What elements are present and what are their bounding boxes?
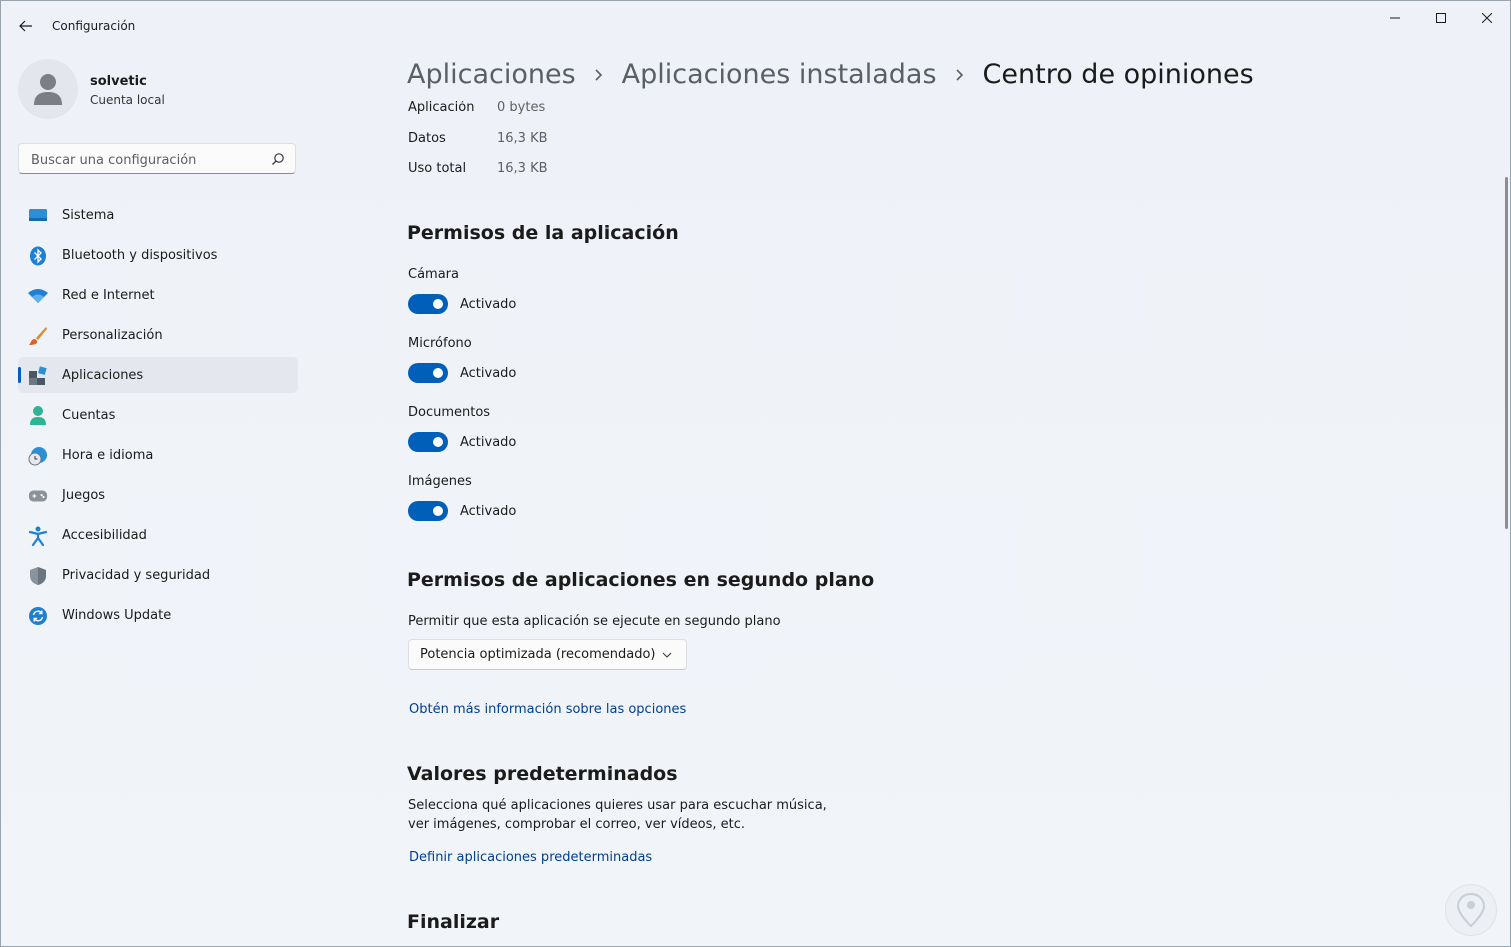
storage-app-value: 0 bytes: [497, 101, 546, 115]
back-button[interactable]: [13, 13, 39, 39]
finish-heading: Finalizar: [407, 911, 500, 933]
permission-microphone-label: Micrófono: [408, 336, 472, 351]
permission-images-toggle[interactable]: [408, 501, 448, 521]
app-title: Configuración: [52, 19, 136, 33]
close-button[interactable]: [1464, 1, 1510, 35]
background-permissions-heading: Permisos de aplicaciones en segundo plan…: [407, 569, 875, 591]
background-mode-dropdown[interactable]: Potencia optimizada (recomendado): [408, 639, 687, 670]
storage-total-value: 16,3 KB: [497, 161, 548, 176]
set-default-apps-link[interactable]: Definir aplicaciones predeterminadas: [409, 850, 652, 865]
permission-camera-state: Activado: [460, 297, 517, 312]
minimize-icon: [1390, 17, 1400, 19]
storage-data-label: Datos: [408, 131, 446, 146]
permission-microphone-toggle[interactable]: [408, 363, 448, 383]
storage-total-label: Uso total: [408, 161, 467, 176]
maximize-icon: [1436, 13, 1446, 23]
permission-camera-toggle[interactable]: [408, 294, 448, 314]
permission-microphone-state: Activado: [460, 366, 517, 381]
permission-documents-label: Documentos: [408, 405, 491, 420]
settings-window: Configuración solvetic Cuenta local Busc…: [0, 0, 1511, 947]
defaults-heading: Valores predeterminados: [407, 763, 678, 785]
close-icon: [1482, 13, 1492, 23]
pin-logo-icon: [1456, 892, 1486, 928]
title-bar: Configuración: [1, 1, 1510, 49]
watermark-logo: [1445, 884, 1497, 936]
window-controls: [1372, 1, 1510, 35]
chevron-down-icon: [662, 652, 672, 658]
permission-images-label: Imágenes: [408, 474, 472, 489]
permissions-heading: Permisos de la aplicación: [407, 222, 679, 244]
breadcrumb: Aplicaciones Aplicaciones instaladas Cen…: [407, 59, 1254, 90]
storage-app-label: Aplicación: [408, 101, 475, 115]
background-question: Permitir que esta aplicación se ejecute …: [408, 614, 781, 629]
permission-images-state: Activado: [460, 504, 517, 519]
user-name: solvetic: [90, 74, 147, 89]
defaults-description: Selecciona qué aplicaciones quieres usar…: [408, 798, 827, 832]
dropdown-selected-value: Potencia optimizada (recomendado): [420, 647, 656, 662]
scrollbar-thumb[interactable]: [1505, 177, 1508, 529]
permission-camera-label: Cámara: [408, 267, 459, 282]
chevron-right-icon: [594, 68, 604, 82]
permission-documents-toggle[interactable]: [408, 432, 448, 452]
toggle-knob: [433, 368, 443, 378]
maximize-button[interactable]: [1418, 1, 1464, 35]
storage-data-value: 16,3 KB: [497, 131, 548, 146]
permission-documents-state: Activado: [460, 435, 517, 450]
breadcrumb-item-aplicaciones-instaladas[interactable]: Aplicaciones instaladas: [622, 59, 937, 90]
content-pane: Aplicación 0 bytes Datos 16,3 KB Uso tot…: [1, 101, 1501, 946]
toggle-knob: [433, 437, 443, 447]
learn-more-options-link[interactable]: Obtén más información sobre las opciones: [409, 702, 686, 717]
breadcrumb-item-aplicaciones[interactable]: Aplicaciones: [407, 59, 576, 90]
toggle-knob: [433, 299, 443, 309]
page-title: Centro de opiniones: [982, 59, 1254, 90]
toggle-knob: [433, 506, 443, 516]
chevron-right-icon: [955, 68, 965, 82]
minimize-button[interactable]: [1372, 1, 1418, 35]
back-arrow-icon: [19, 20, 32, 32]
